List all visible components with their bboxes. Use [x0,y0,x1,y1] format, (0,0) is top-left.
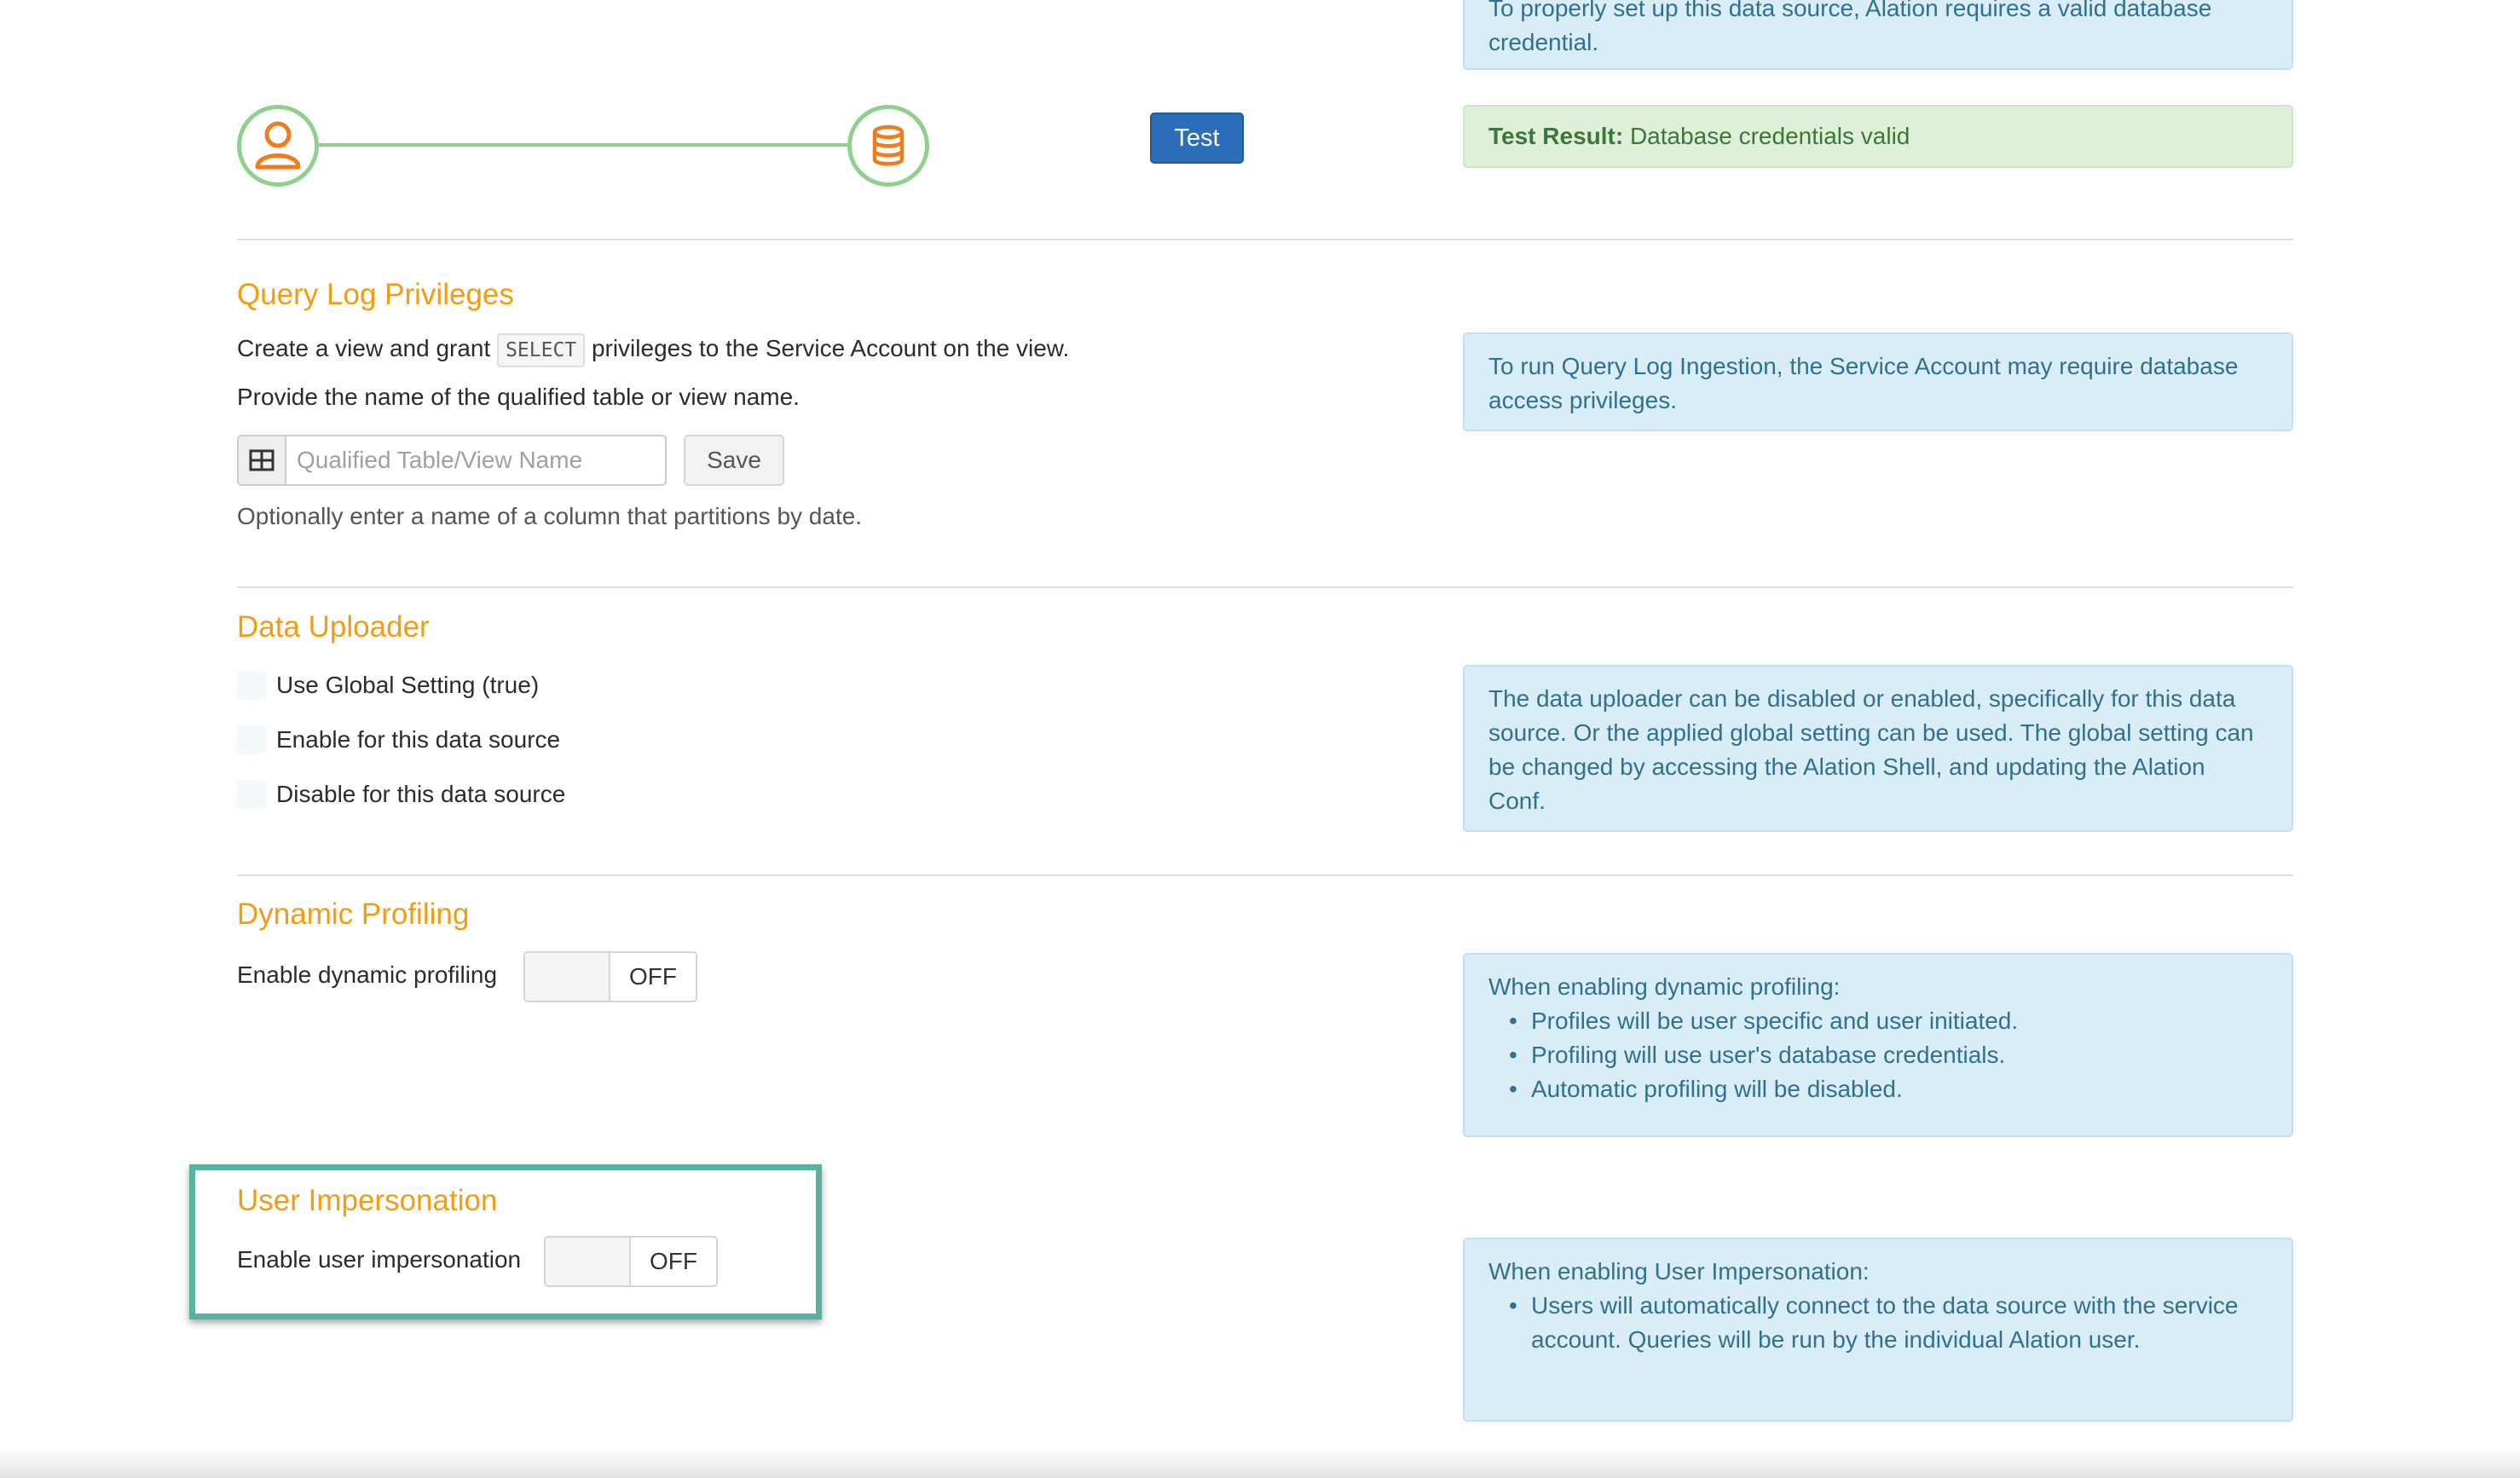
query-log-title: Query Log Privileges [237,278,514,311]
instruction-text-after: privileges to the Service Account on the… [591,335,1070,361]
select-code: SELECT [497,333,586,367]
radio-enable[interactable]: Enable for this data source [237,723,560,757]
section-divider [237,586,2293,588]
toggle-knob [525,953,610,1001]
radio-label: Use Global Setting (true) [276,672,540,698]
test-result-label: Test Result: [1488,123,1624,149]
dynamic-profiling-title: Dynamic Profiling [237,898,470,931]
radio-label: Disable for this data source [276,781,566,807]
section-divider [237,239,2293,240]
user-node [237,105,319,187]
dynamic-profiling-info-box: When enabling dynamic profiling: Profile… [1463,953,2293,1137]
user-impersonation-info-heading: When enabling User Impersonation: [1488,1258,1870,1285]
database-icon [872,124,905,166]
toggle-knob [546,1238,631,1285]
instruction-text-before: Create a view and grant [237,335,491,361]
user-impersonation-toggle[interactable]: OFF [544,1236,718,1287]
table-icon [237,435,285,486]
test-button[interactable]: Test [1150,113,1244,164]
radio-disable[interactable]: Disable for this data source [237,777,565,811]
list-item: Profiles will be user specific and user … [1488,1004,2268,1038]
user-impersonation-info-list: Users will automatically connect to the … [1488,1289,2268,1357]
list-item: Profiling will use user's database crede… [1488,1038,2268,1072]
connection-line [317,143,849,147]
user-impersonation-info-box: When enabling User Impersonation: Users … [1463,1238,2293,1422]
user-impersonation-label: Enable user impersonation [237,1246,522,1273]
radio-label: Enable for this data source [276,726,561,753]
dynamic-profiling-info-heading: When enabling dynamic profiling: [1488,973,1841,1000]
data-uploader-info-text: The data uploader can be disabled or ena… [1488,685,2254,814]
list-item: Users will automatically connect to the … [1488,1289,2268,1357]
credentials-info-box: To properly set up this data source, Ala… [1463,0,2293,70]
user-icon [255,121,301,170]
toggle-state: OFF [650,1248,697,1274]
bottom-shade [0,1449,2520,1478]
query-log-info-text: To run Query Log Ingestion, the Service … [1488,353,2239,413]
qualified-name-input-group [237,435,667,486]
query-log-info-box: To run Query Log Ingestion, the Service … [1463,332,2293,431]
test-result-alert: Test Result: Database credentials valid [1463,105,2293,168]
dynamic-profiling-label: Enable dynamic profiling [237,961,498,988]
query-log-name-hint: Provide the name of the qualified table … [237,384,800,410]
database-node [847,105,929,187]
list-item: Automatic profiling will be disabled. [1488,1072,2268,1106]
dynamic-profiling-info-list: Profiles will be user specific and user … [1488,1004,2268,1106]
data-uploader-title: Data Uploader [237,610,430,644]
save-button[interactable]: Save [684,435,784,486]
toggle-state: OFF [629,963,677,990]
section-divider [237,875,2293,876]
radio-use-global[interactable]: Use Global Setting (true) [237,668,539,702]
user-impersonation-title: User Impersonation [237,1184,498,1217]
test-result-value: Database credentials valid [1629,123,1910,149]
qualified-name-input[interactable] [285,435,667,486]
partition-hint: Optionally enter a name of a column that… [237,503,863,529]
data-uploader-info-box: The data uploader can be disabled or ena… [1463,665,2293,832]
radio-input[interactable] [237,725,266,754]
query-log-instruction: Create a view and grant SELECT privilege… [237,332,1069,367]
radio-input[interactable] [237,780,266,809]
credentials-info-text: To properly set up this data source, Ala… [1488,0,2212,55]
radio-input[interactable] [237,671,266,700]
dynamic-profiling-toggle[interactable]: OFF [523,951,697,1002]
